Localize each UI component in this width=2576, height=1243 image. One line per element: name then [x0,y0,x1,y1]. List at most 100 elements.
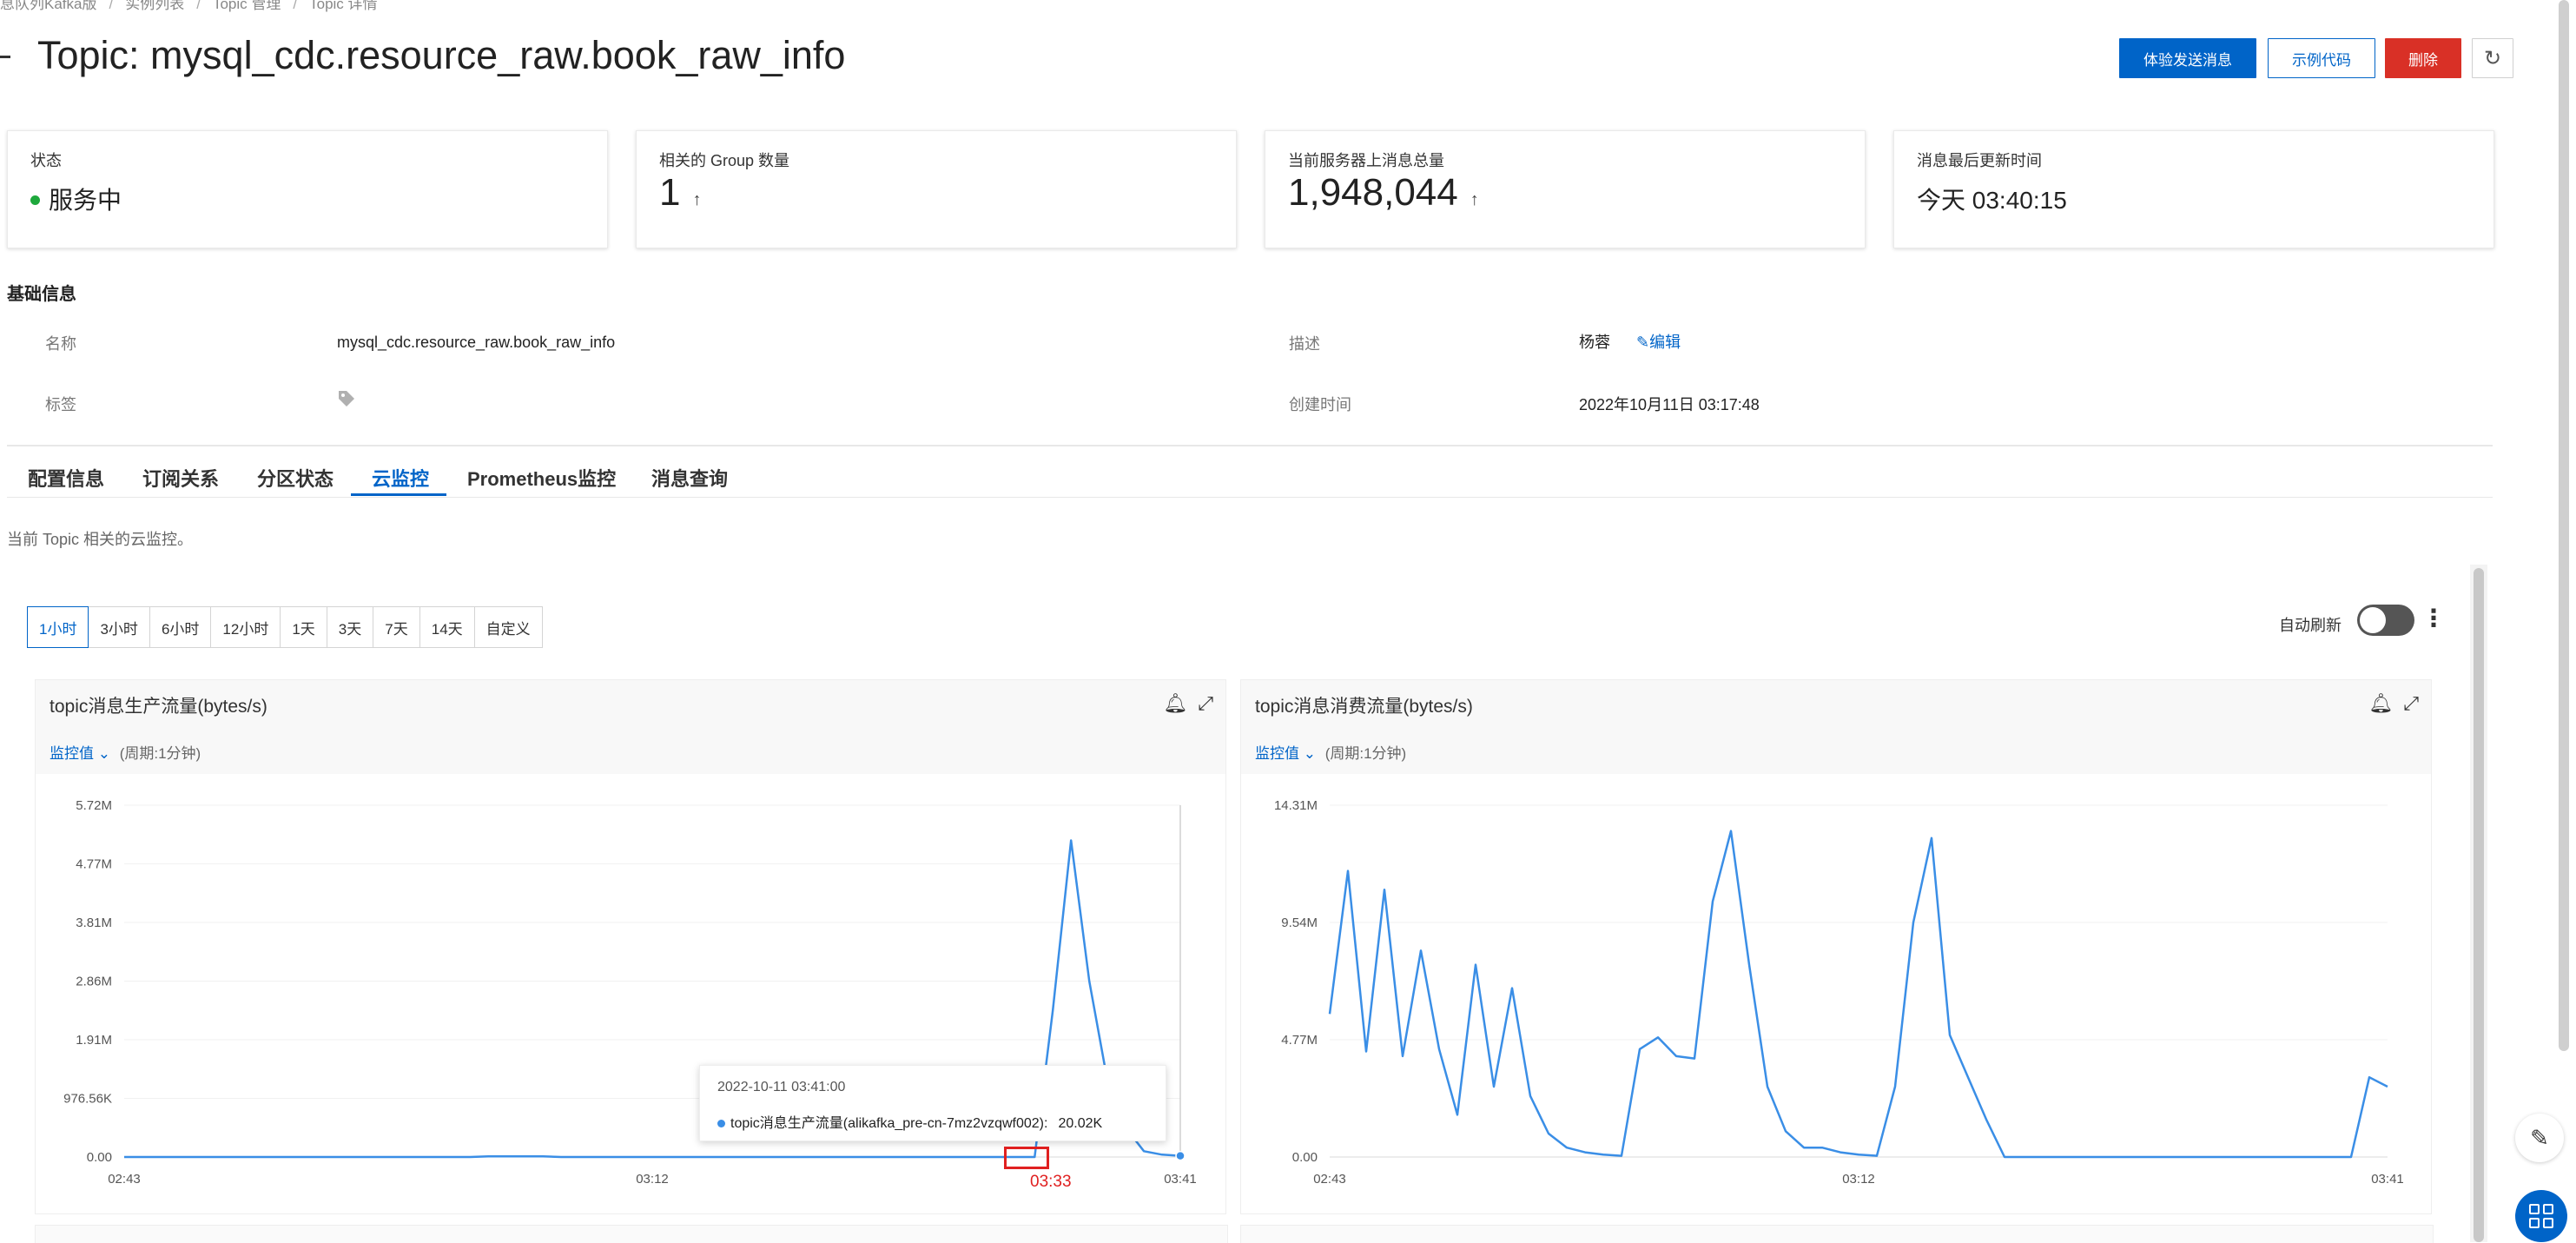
tab-subscriptions[interactable]: 订阅关系 [142,464,219,492]
breadcrumb-item[interactable]: 实例列表 [125,0,184,12]
range-6h-button[interactable]: 6小时 [149,606,212,648]
period-label: (周期:1分钟) [1324,745,1407,762]
y-tick-label: 4.77M [76,857,112,872]
chart-panel-consume: topic消息消费流量(bytes/s) 🔔︎ ⤢ 监控值 ⌄ (周期:1分钟)… [1240,679,2432,1214]
range-12h-button[interactable]: 12小时 [210,606,281,648]
range-custom-button[interactable]: 自定义 [473,606,543,648]
page-title: Topic: mysql_cdc.resource_raw.book_raw_i… [37,33,846,77]
metric-selector[interactable]: 监控值 ⌄ (周期:1分钟) [50,741,201,763]
range-1d-button[interactable]: 1天 [280,606,327,648]
tags-label: 标签 [45,396,76,413]
expand-icon[interactable]: ⤢ [1198,692,1213,714]
tab-prometheus[interactable]: Prometheus监控 [467,464,616,492]
series-point [1175,1150,1186,1161]
group-count-card: 相关的 Group 数量 1 ↑ [636,130,1237,248]
y-tick-label: 5.72M [76,798,112,813]
feedback-button[interactable]: ✎ [2515,1114,2564,1162]
breadcrumb-item[interactable]: 息队列Kafka版 [0,0,96,12]
x-tick-label: 02:43 [108,1172,141,1187]
status-card: 状态 服务中 [7,130,608,248]
breadcrumb-item[interactable]: Topic 管理 [213,0,281,12]
expand-icon[interactable]: ⤢ [2403,692,2419,714]
status-value: 服务中 [30,182,122,216]
tab-config[interactable]: 配置信息 [28,464,104,492]
divider [7,445,2493,446]
tab-cloud-monitor[interactable]: 云监控 [372,464,429,492]
edit-description-link[interactable]: ✎编辑 [1636,334,1681,351]
highlight-annotation-box [1004,1147,1049,1169]
scrollbar[interactable] [2474,568,2484,1242]
group-count-value[interactable]: 1 ↑ [659,171,701,215]
pencil-icon: ✎ [2530,1124,2549,1151]
bell-icon[interactable]: 🔔︎ [1163,692,1187,714]
created-time-value: 2022年10月11日 03:17:48 [1579,396,1760,413]
apps-button[interactable] [2515,1190,2567,1242]
delete-button[interactable]: 删除 [2385,38,2461,78]
created-time-label: 创建时间 [1289,396,1351,413]
next-chart-panel [1240,1225,2434,1243]
message-total-label: 当前服务器上消息总量 [1288,152,1444,169]
y-tick-label: 2.86M [76,975,112,989]
breadcrumb-separator: / [293,0,298,12]
tooltip-row: topic消息生产流量(alikafka_pre-cn-7mz2vzqwf002… [717,1111,1102,1132]
range-14d-button[interactable]: 14天 [419,606,475,648]
message-total-number[interactable]: 1,948,044 [1288,171,1458,214]
consume-chart[interactable]: 0.00 4.77M 9.54M 14.31M 02:43 03:12 03:41 [1241,774,2431,1213]
sample-code-button[interactable]: 示例代码 [2268,38,2375,78]
tooltip-value: 20.02K [1058,1116,1103,1131]
next-chart-panel [35,1225,1228,1243]
group-count-label: 相关的 Group 数量 [659,152,790,169]
status-label: 状态 [30,152,62,169]
range-3d-button[interactable]: 3天 [326,606,374,648]
tabs-divider [7,497,2493,498]
active-tab-indicator [351,493,446,496]
chevron-down-icon[interactable]: ⌄ [1304,745,1316,762]
metric-selector[interactable]: 监控值 ⌄ (周期:1分钟) [1255,741,1406,763]
refresh-icon: ↻ [2483,46,2502,70]
last-update-label: 消息最后更新时间 [1917,152,2042,169]
chevron-down-icon[interactable]: ⌄ [98,745,110,762]
y-tick-label: 4.77M [1281,1033,1318,1048]
auto-refresh-toggle[interactable] [2357,605,2414,636]
send-message-button[interactable]: 体验发送消息 [2119,38,2256,78]
message-total-value[interactable]: 1,948,044 ↑ [1288,171,1479,215]
description-value: 杨蓉 ✎编辑 [1579,330,1681,353]
y-tick-label: 0.00 [1292,1150,1318,1165]
tab-partitions[interactable]: 分区状态 [257,464,334,492]
x-tick-label: 03:12 [636,1172,669,1187]
range-1h-button[interactable]: 1小时 [27,606,89,648]
page-scrollbar[interactable] [2559,0,2569,1051]
back-button[interactable] [0,56,10,58]
auto-refresh-label: 自动刷新 [2279,617,2342,634]
x-tick-label: 02:43 [1313,1172,1346,1187]
chart-header: topic消息生产流量(bytes/s) 🔔︎ ⤢ 监控值 ⌄ (周期:1分钟) [36,680,1225,774]
tab-message-query[interactable]: 消息查询 [651,464,728,492]
edit-label: 编辑 [1649,334,1681,351]
tooltip-series: topic消息生产流量(alikafka_pre-cn-7mz2vzqwf002… [730,1116,1048,1131]
range-7d-button[interactable]: 7天 [373,606,420,648]
last-update-card: 消息最后更新时间 今天 03:40:15 [1893,130,2494,248]
y-tick-label: 3.81M [76,916,112,930]
basic-info-title: 基础信息 [7,285,76,304]
chart-title: topic消息消费流量(bytes/s) [1255,697,1473,717]
name-label: 名称 [45,335,76,353]
group-count-number[interactable]: 1 [659,171,680,214]
last-update-value: 今天 03:40:15 [1917,187,2067,214]
series-line [1328,830,2388,1159]
range-3h-button[interactable]: 3小时 [88,606,150,648]
tooltip-time: 2022-10-11 03:41:00 [717,1080,846,1094]
metric-label[interactable]: 监控值 [1255,745,1299,762]
y-tick-label: 1.91M [76,1033,112,1048]
x-tick-label: 03:41 [1164,1172,1197,1187]
y-tick-label: 9.54M [1281,916,1318,930]
description-label: 描述 [1289,335,1320,353]
tag-icon[interactable] [337,389,356,413]
series-dot-icon [717,1120,725,1127]
metric-label[interactable]: 监控值 [50,745,94,762]
chart-tooltip: 2022-10-11 03:41:00 topic消息生产流量(alikafka… [699,1065,1166,1141]
arrow-up-icon: ↑ [1470,190,1479,209]
bell-icon[interactable]: 🔔︎ [2368,692,2393,714]
more-icon[interactable]: ⋮ [2421,606,2446,631]
name-value: mysql_cdc.resource_raw.book_raw_info [337,334,616,351]
refresh-button[interactable]: ↻ [2472,38,2513,78]
